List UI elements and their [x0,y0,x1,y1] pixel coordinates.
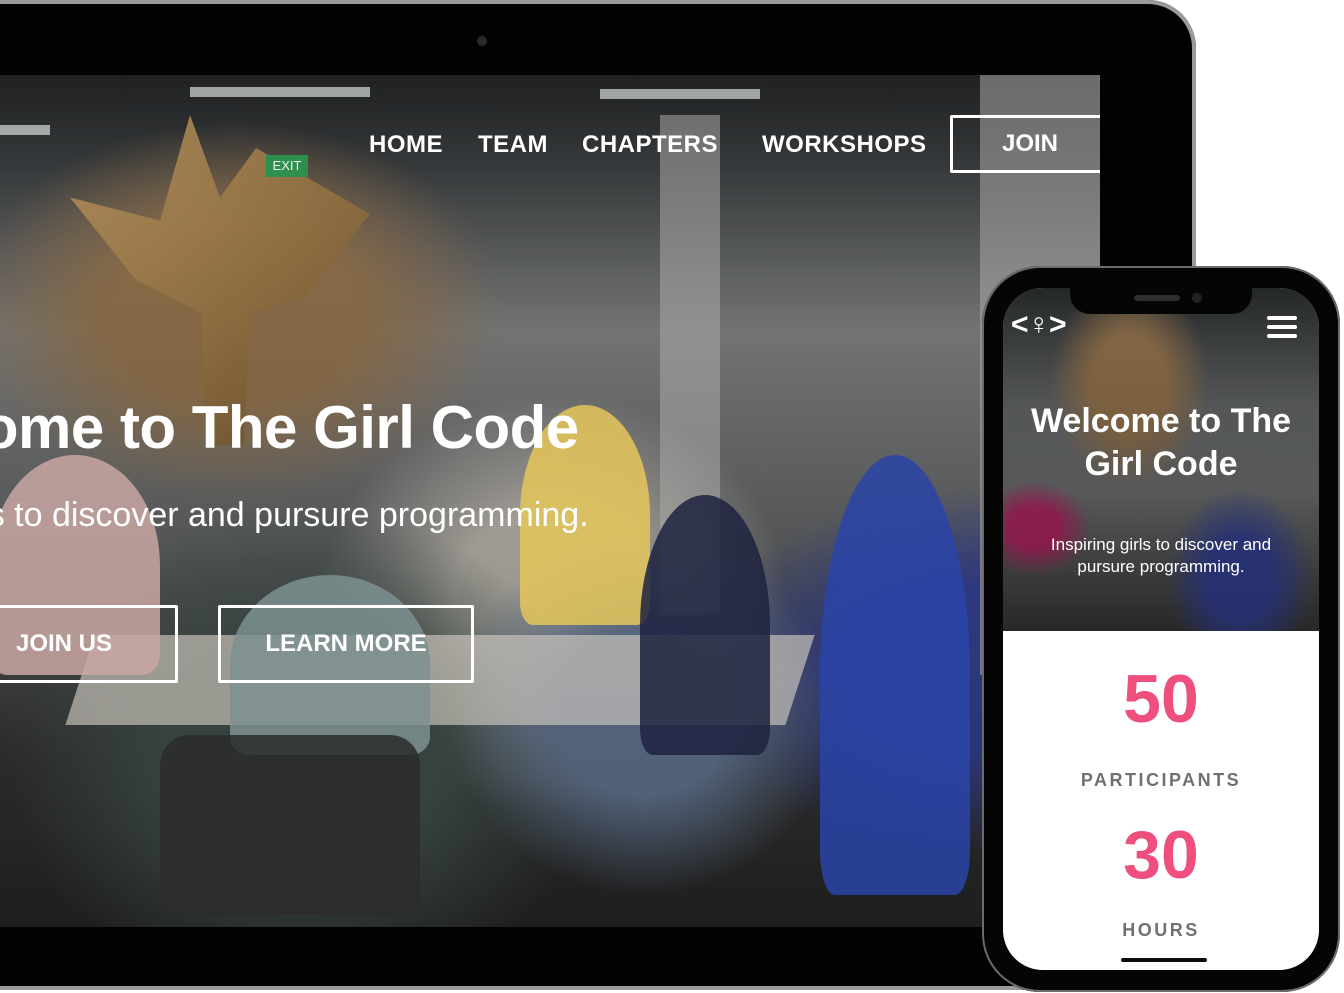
phone-notch [1070,288,1252,314]
stat-participants-value: 50 [1123,661,1199,737]
desktop-site-screen: EXIT HOME TEAM CHAPTERS WORKSHOPS JOIN e… [0,75,1100,927]
hero-title: elcome to The Girl Code [0,394,579,461]
mobile-hero: <♀> Welcome to The Girl Code Inspiring g… [1003,288,1319,631]
stat-participants-label: PARTICIPANTS [1080,770,1242,790]
nav-team-link[interactable]: TEAM [478,131,548,159]
camera-icon [477,36,487,46]
exit-sign: EXIT [266,155,308,177]
learn-more-button[interactable]: LEARN MORE [218,605,474,683]
ceiling-light [190,87,370,97]
nav-workshops-link[interactable]: WORKSHOPS [762,131,927,159]
mobile-hero-subtitle: Inspiring girls to discover and pursure … [1050,535,1272,576]
nav-join-button[interactable]: JOIN [950,115,1100,173]
home-indicator[interactable] [1121,958,1207,962]
office-chair [160,735,420,915]
ceiling-light [0,125,50,135]
front-camera-icon [1192,293,1202,303]
nav-home-link[interactable]: HOME [369,131,443,159]
photo-person [820,455,970,895]
hamburger-menu-icon[interactable] [1267,316,1297,338]
mobile-site-screen: <♀> Welcome to The Girl Code Inspiring g… [1003,288,1319,970]
join-us-button[interactable]: JOIN US [0,605,178,683]
speaker-icon [1134,295,1180,301]
stat-hours-label: HOURS [1122,920,1200,940]
hero-subtitle: g girls to discover and pursure programm… [0,496,589,534]
nav-chapters-link[interactable]: CHAPTERS [582,131,718,159]
stat-hours-value: 30 [1123,817,1199,893]
phone-device-frame: <♀> Welcome to The Girl Code Inspiring g… [982,266,1340,992]
photo-person [640,495,770,755]
girl-code-logo-icon[interactable]: <♀> [1011,308,1067,342]
ceiling-light [600,89,760,99]
mobile-hero-title: Welcome to The Girl Code [1030,402,1292,483]
